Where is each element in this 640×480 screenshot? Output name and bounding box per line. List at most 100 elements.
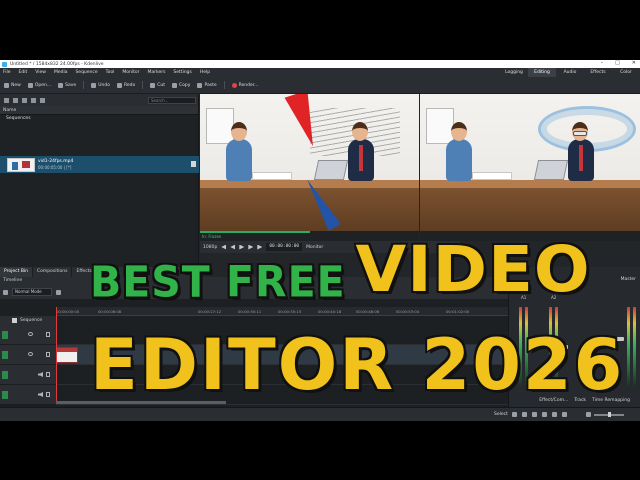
folder-icon[interactable]: [22, 97, 27, 103]
eye-icon[interactable]: [28, 352, 33, 356]
track-target-tag[interactable]: [2, 351, 8, 359]
eye-icon[interactable]: [28, 332, 33, 336]
close-button[interactable]: ✕: [632, 60, 636, 66]
menu-edit[interactable]: Edit: [19, 70, 28, 75]
cut-button[interactable]: Cut: [150, 82, 165, 88]
track-a1[interactable]: [56, 365, 508, 385]
track-v1[interactable]: [56, 345, 508, 365]
menu-media[interactable]: Media: [54, 70, 68, 75]
lock-icon[interactable]: [46, 352, 50, 357]
menu-tool[interactable]: Tool: [106, 70, 115, 75]
track-target-tag[interactable]: [2, 391, 8, 399]
clip-monitor-view[interactable]: [200, 94, 419, 231]
toolbar-separator: [142, 81, 144, 89]
add-clip-icon[interactable]: [13, 97, 18, 103]
tab-effects[interactable]: Effects: [72, 267, 97, 277]
render-button[interactable]: Render...: [231, 82, 259, 88]
track-header-a2[interactable]: [0, 385, 56, 405]
list-view-icon[interactable]: [40, 97, 45, 103]
rewind-icon[interactable]: [221, 244, 227, 250]
step-forward-icon[interactable]: [248, 244, 254, 250]
magnet-icon[interactable]: [562, 412, 567, 417]
speaker-icon[interactable]: [38, 392, 43, 397]
zoom-select[interactable]: 1080p: [203, 245, 217, 250]
fast-forward-icon[interactable]: [257, 244, 263, 250]
snap-icon[interactable]: [552, 412, 557, 417]
lock-icon[interactable]: [46, 332, 50, 337]
lock-icon[interactable]: [46, 392, 50, 397]
menu-markers[interactable]: Markers: [148, 70, 166, 75]
tab-clip-properties[interactable]: Clip Pr...: [97, 267, 125, 277]
undo-button[interactable]: Undo: [91, 82, 110, 88]
spacer-icon[interactable]: [532, 412, 537, 417]
menu-icon[interactable]: [3, 289, 8, 295]
bin-column-header[interactable]: Name: [0, 106, 198, 115]
play-icon[interactable]: [239, 244, 245, 250]
bin-folder-sequences[interactable]: Sequences: [0, 115, 198, 123]
mixer-master-label: Master: [620, 277, 636, 282]
timeline-scrollbar[interactable]: [56, 401, 226, 404]
clip-monitor-ruler[interactable]: In: Frozen: [200, 231, 419, 241]
menu-help[interactable]: Help: [200, 70, 210, 75]
menu-file[interactable]: File: [3, 70, 11, 75]
ruler-tick-label: 00:00:35:15: [278, 309, 302, 314]
volume-fader[interactable]: [559, 345, 568, 349]
paste-button[interactable]: Paste: [197, 82, 217, 88]
track-target-tag[interactable]: [2, 331, 8, 339]
minimize-button[interactable]: –: [601, 60, 604, 66]
timeline-playhead[interactable]: [56, 307, 57, 403]
speaker-icon[interactable]: [38, 372, 43, 377]
zoom-slider-handle[interactable]: [607, 412, 611, 417]
lock-icon[interactable]: [46, 372, 50, 377]
menu-view[interactable]: View: [35, 70, 46, 75]
audio-meter: [627, 307, 630, 387]
clip-thumbnail: [7, 157, 35, 172]
open-button[interactable]: Open...: [27, 82, 51, 88]
zoom-out-icon[interactable]: [586, 412, 591, 417]
project-monitor-view[interactable]: [420, 94, 640, 231]
timeline-ruler[interactable]: 00:00:00:00 00:00:08:08 00:00:27:12 00:0…: [56, 307, 508, 316]
track-v2[interactable]: [56, 325, 508, 345]
track-header-a1[interactable]: [0, 365, 56, 385]
tab-time-remapping[interactable]: Time Remapping: [592, 398, 630, 407]
ruler-tick-label: 00:00:53:04: [396, 309, 420, 314]
menu-monitor[interactable]: Monitor: [122, 70, 139, 75]
razor-icon[interactable]: [522, 412, 527, 417]
ripple-icon[interactable]: [542, 412, 547, 417]
edit-mode-select[interactable]: Normal Mode: [12, 288, 52, 296]
tab-track[interactable]: Track: [574, 398, 586, 407]
save-button[interactable]: Save: [58, 82, 76, 88]
step-back-icon[interactable]: [230, 244, 236, 250]
redo-button[interactable]: Redo: [116, 82, 135, 88]
maximize-button[interactable]: □: [615, 60, 620, 66]
tab-monitor[interactable]: Monitor: [306, 245, 323, 250]
ruler-tick-label: 00:00:40:18: [318, 309, 342, 314]
letterbox-bottom: [0, 421, 640, 480]
menu-icon[interactable]: [4, 97, 9, 103]
volume-fader[interactable]: [529, 345, 538, 349]
monitor-timecode[interactable]: 00:00:00:00: [266, 243, 303, 251]
master-volume-fader[interactable]: [615, 337, 624, 341]
project-monitor-ruler[interactable]: [420, 231, 640, 241]
filter-icon[interactable]: [31, 97, 36, 103]
menu-settings[interactable]: Settings: [173, 70, 191, 75]
bin-search-input[interactable]: Search...: [148, 97, 196, 104]
pointer-icon[interactable]: [512, 412, 517, 417]
tab-project-bin[interactable]: Project Bin: [0, 267, 34, 277]
menu-sequence[interactable]: Sequence: [75, 70, 97, 75]
select-tool-label[interactable]: Select: [494, 412, 508, 417]
copy-button[interactable]: Copy: [172, 82, 190, 88]
pointer-icon[interactable]: [56, 289, 61, 295]
toolbar-separator: [223, 81, 225, 89]
bin-clip-item[interactable]: vid1-24fps.mp4 00:00:05:00 | [*]: [0, 156, 199, 173]
tab-compositions[interactable]: Compositions: [33, 267, 73, 277]
clip-name: vid1-24fps.mp4: [38, 158, 74, 164]
track-target-tag[interactable]: [2, 371, 8, 379]
new-button[interactable]: New: [4, 82, 21, 88]
scissors-icon: [150, 82, 156, 88]
tab-effect-composition[interactable]: Effect/Com...: [539, 398, 568, 407]
timeline-toolbar: Normal Mode: [0, 285, 508, 299]
track-header-v1[interactable]: [0, 345, 56, 365]
track-header-v2[interactable]: [0, 325, 56, 345]
timeline-clip[interactable]: [56, 347, 78, 363]
